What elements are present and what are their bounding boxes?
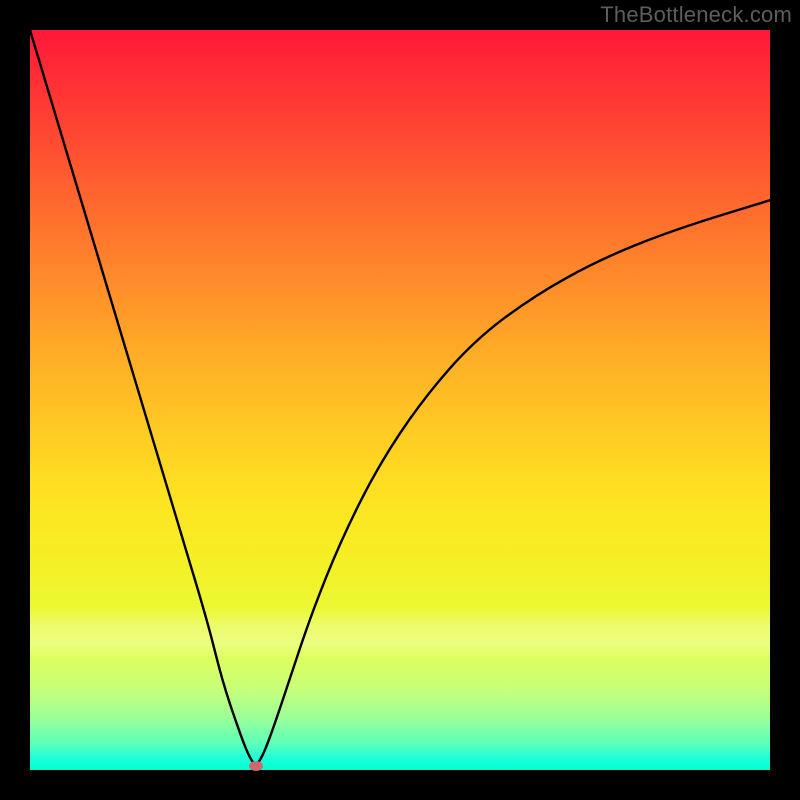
optimal-point-marker [249, 761, 263, 771]
watermark-label: TheBottleneck.com [600, 2, 792, 28]
plot-area [30, 30, 770, 770]
chart-frame: TheBottleneck.com [0, 0, 800, 800]
bottleneck-curve [30, 30, 770, 770]
curve-path [30, 30, 770, 764]
